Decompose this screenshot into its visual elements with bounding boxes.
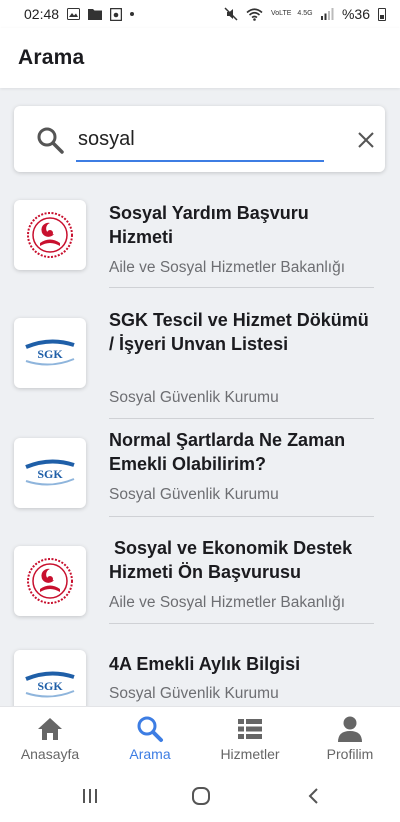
result-title: 4A Emekli Aylık Bilgisi	[109, 654, 301, 674]
status-time: 02:48	[24, 6, 60, 22]
search-results-list: Sosyal Yardım Başvuru Hizmeti Aile ve So…	[0, 190, 400, 706]
home-icon	[38, 718, 62, 740]
dot-icon	[130, 12, 135, 16]
result-title: Sosyal ve Ekonomik Destek Hizmeti Ön Baş…	[109, 538, 358, 582]
page-title: Arama	[18, 46, 85, 69]
home-circle-icon[interactable]	[189, 784, 213, 808]
search-bar	[14, 106, 385, 172]
mute-icon	[224, 7, 238, 21]
result-subtitle: Sosyal Güvenlik Kurumu	[109, 685, 279, 702]
nav-services[interactable]: Hizmetler	[200, 707, 300, 771]
app-bar: Arama	[0, 28, 400, 88]
media-icon	[110, 7, 123, 21]
search-icon	[137, 716, 163, 742]
signal-4g-icon	[320, 8, 334, 20]
list-item[interactable]: SGK 4A Emekli Aylık Bilgisi Sosyal Güven…	[0, 646, 400, 706]
list-icon	[238, 719, 262, 739]
nav-profile[interactable]: Profilim	[300, 707, 400, 771]
list-item[interactable]: SGK SGK Tescil ve Hizmet Dökümü / İşyeri…	[0, 300, 400, 422]
sgk-logo: SGK	[14, 318, 86, 388]
sgk-logo: SGK	[14, 438, 86, 508]
result-subtitle: Aile ve Sosyal Hizmetler Bakanlığı	[109, 594, 346, 611]
bottom-navigation: Anasayfa Arama Hizmetler Profilim	[0, 706, 400, 770]
network-indicator: 4.5G	[297, 10, 313, 17]
sgk-logo: SGK	[14, 650, 86, 706]
result-subtitle: Aile ve Sosyal Hizmetler Bakanlığı	[109, 259, 346, 276]
close-icon[interactable]	[354, 128, 378, 152]
sgk-logo-text: SGK	[37, 679, 63, 693]
aile-bakanligi-logo	[14, 200, 86, 270]
result-subtitle: Sosyal Güvenlik Kurumu	[109, 389, 279, 406]
result-subtitle: Sosyal Güvenlik Kurumu	[109, 486, 279, 503]
battery-icon	[378, 7, 386, 21]
volte-indicator: VoLTE	[270, 10, 292, 17]
status-bar: 02:48 VoLTE 4.5G %36	[0, 0, 400, 28]
list-item[interactable]: Sosyal Yardım Başvuru Hizmeti Aile ve So…	[0, 190, 400, 302]
status-bar-right: VoLTE 4.5G %36	[224, 6, 386, 22]
nav-search[interactable]: Arama	[100, 707, 200, 771]
nav-label: Profilim	[326, 746, 374, 762]
status-bar-left: 02:48	[24, 6, 135, 22]
search-icon	[37, 127, 64, 154]
divider	[109, 418, 374, 419]
result-title: Sosyal Yardım Başvuru Hizmeti	[109, 203, 309, 247]
nav-label: Hizmetler	[220, 746, 280, 762]
divider	[109, 287, 374, 288]
nav-home[interactable]: Anasayfa	[0, 707, 100, 771]
sgk-logo-text: SGK	[37, 467, 63, 481]
recents-icon[interactable]	[78, 784, 102, 808]
sgk-logo-text: SGK	[37, 347, 63, 361]
battery-percent: %36	[341, 6, 370, 22]
system-navigation	[0, 770, 400, 822]
result-title: SGK Tescil ve Hizmet Dökümü / İşyeri Unv…	[109, 310, 369, 354]
list-item[interactable]: SGK Normal Şartlarda Ne Zaman Emekli Ola…	[0, 426, 400, 532]
wifi-icon	[246, 7, 263, 21]
nav-label: Anasayfa	[20, 746, 80, 762]
back-icon[interactable]	[302, 784, 326, 808]
folder-icon	[88, 9, 103, 20]
search-input[interactable]	[76, 124, 324, 162]
aile-bakanligi-logo	[14, 546, 86, 616]
image-icon	[67, 8, 81, 20]
divider	[109, 623, 374, 624]
nav-label: Arama	[129, 746, 171, 762]
divider	[109, 516, 374, 517]
result-title: Normal Şartlarda Ne Zaman Emekli Olabili…	[109, 430, 346, 474]
person-icon	[338, 716, 362, 742]
list-item[interactable]: Sosyal ve Ekonomik Destek Hizmeti Ön Baş…	[0, 536, 400, 642]
